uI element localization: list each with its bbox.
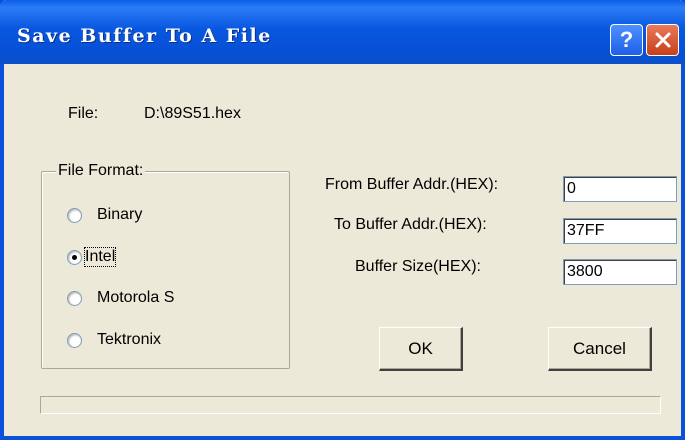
radio-motorola-s[interactable]: Motorola S bbox=[67, 285, 174, 311]
progress-bar bbox=[40, 396, 661, 414]
close-button[interactable] bbox=[646, 24, 679, 56]
radio-binary[interactable]: Binary bbox=[67, 202, 142, 228]
radio-button[interactable] bbox=[67, 249, 82, 265]
file-label: File: bbox=[68, 105, 99, 122]
buffer-size-label: Buffer Size(HEX): bbox=[355, 258, 481, 275]
radio-label-motorola-s: Motorola S bbox=[97, 289, 175, 306]
radio-button[interactable] bbox=[67, 332, 82, 348]
from-addr-label: From Buffer Addr.(HEX): bbox=[325, 176, 499, 193]
radio-tektronix[interactable]: Tektronix bbox=[67, 327, 161, 353]
file-format-legend: File Format: bbox=[56, 162, 146, 180]
radio-intel[interactable]: Intel bbox=[67, 244, 117, 270]
radio-label-intel: Intel bbox=[83, 247, 117, 267]
help-icon: ? bbox=[619, 27, 634, 52]
ok-button[interactable]: OK bbox=[379, 327, 463, 371]
close-icon bbox=[655, 32, 670, 48]
from-addr-input[interactable]: 0 bbox=[563, 176, 677, 202]
radio-label-binary: Binary bbox=[97, 206, 143, 223]
to-addr-input[interactable]: 37FF bbox=[563, 218, 677, 244]
radio-label-tektronix: Tektronix bbox=[97, 331, 162, 348]
cancel-button[interactable]: Cancel bbox=[548, 327, 652, 371]
to-addr-label: To Buffer Addr.(HEX): bbox=[334, 216, 487, 233]
radio-button[interactable] bbox=[67, 207, 82, 223]
window-title: Save Buffer To A File bbox=[17, 25, 272, 47]
buffer-size-input[interactable]: 3800 bbox=[563, 259, 677, 285]
radio-button[interactable] bbox=[67, 290, 82, 306]
help-button[interactable]: ? bbox=[610, 24, 643, 56]
title-bar[interactable]: Save Buffer To A File ? bbox=[0, 0, 685, 64]
file-path: D:\89S51.hex bbox=[144, 105, 241, 122]
